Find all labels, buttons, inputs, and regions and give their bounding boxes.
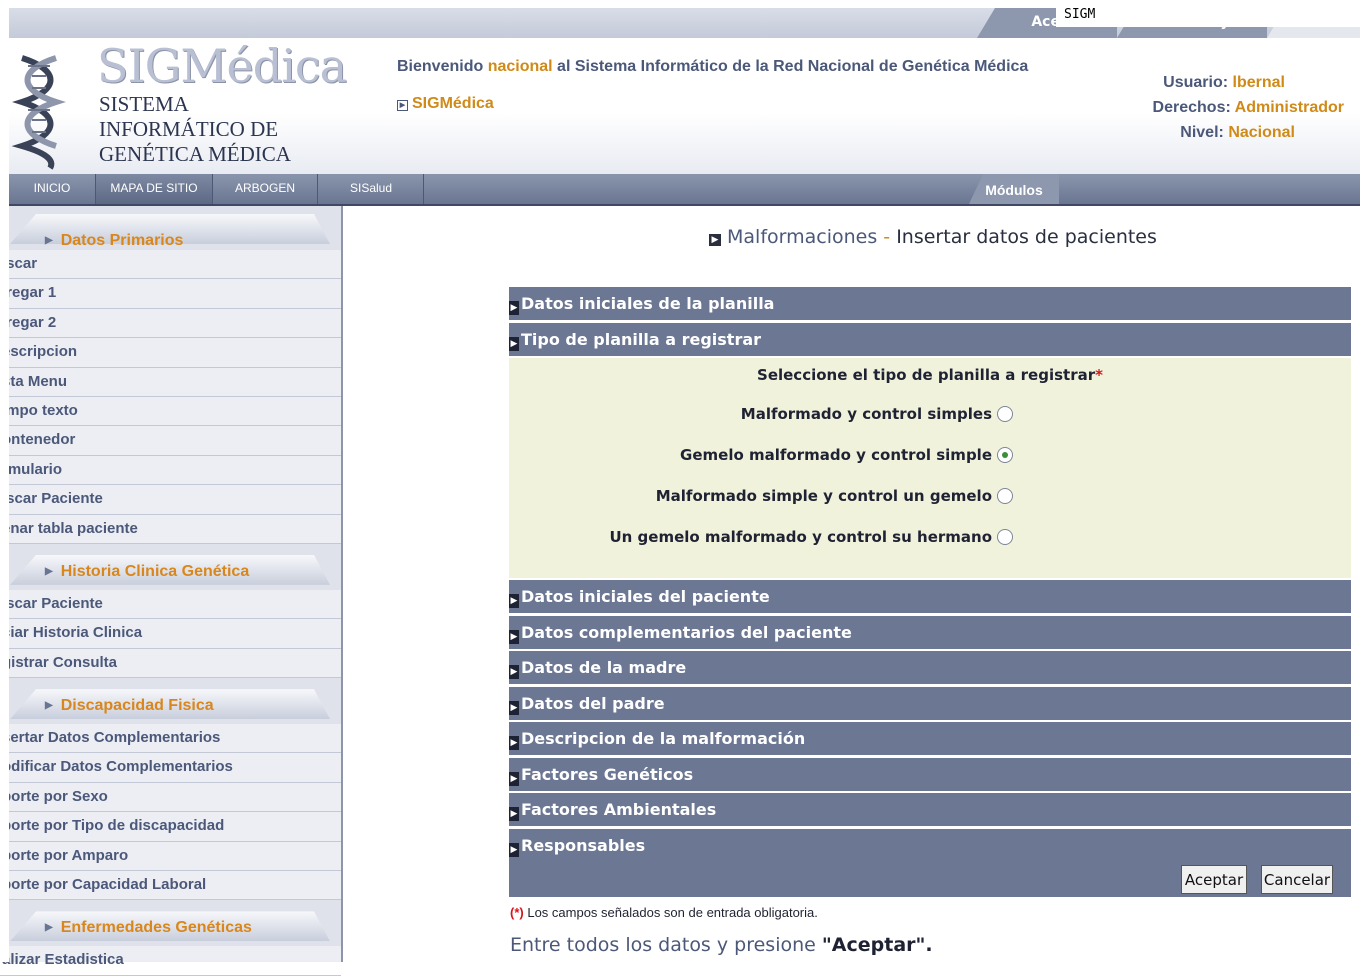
section-bar[interactable]: ▶ Responsables xyxy=(509,828,1351,862)
sigmedica-link[interactable]: ▶ SIGMédica xyxy=(397,95,494,113)
user-info: Usuario: lbernal Derechos: Administrador… xyxy=(1152,74,1344,141)
sidebar-item[interactable]: iscar Paciente xyxy=(0,485,341,515)
accept-button[interactable]: Aceptar xyxy=(1181,865,1247,894)
arrow-box-icon: ▶ xyxy=(709,234,721,246)
instruction-text: Entre todos los datos y presione "Acepta… xyxy=(510,934,933,956)
dna-helix-icon xyxy=(11,55,66,170)
sidebar-item[interactable]: alizar Estadistica xyxy=(0,946,341,976)
nav-sisalud[interactable]: SISalud xyxy=(318,174,424,204)
nav-arbogen[interactable]: ARBOGEN xyxy=(213,174,318,204)
radio-malformado-simple-control-gemelo[interactable] xyxy=(997,488,1013,504)
expand-icon: ▶ xyxy=(509,736,519,750)
sidebar-item[interactable]: porte por Capacidad Laboral xyxy=(0,871,341,901)
expand-icon: ▶ xyxy=(509,771,519,786)
logo-subtitle: SISTEMA INFORMÁTICO DE GENÉTICA MÉDICA xyxy=(99,92,291,166)
required-footnote: (*) Los campos señalados son de entrada … xyxy=(510,905,818,920)
page-title: ▶ Malformaciones - Insertar datos de paci… xyxy=(709,226,1157,248)
radio-gemelo-malformado-control-hermano[interactable] xyxy=(997,529,1013,545)
welcome-user: nacional xyxy=(487,58,553,75)
radio-label: Malformado y control simples xyxy=(740,405,992,423)
arrow-box-icon: ▶ xyxy=(397,100,408,111)
expand-icon: ▶ xyxy=(509,807,519,821)
expand-icon: ▶ xyxy=(509,665,519,679)
sidebar: ▶ Datos Primarios iscar jregar 1 jregar 2… xyxy=(0,206,343,976)
nav-inicio[interactable]: INICIO xyxy=(9,174,96,204)
section-bar[interactable]: ▶ Datos complementarios del paciente xyxy=(509,615,1351,649)
section-bar[interactable]: ▶ Descripcion de la malformación xyxy=(509,722,1351,755)
expand-icon: ▶ xyxy=(509,594,519,608)
expand-icon: ▶ xyxy=(509,336,519,351)
sidebar-item[interactable]: porte por Sexo xyxy=(0,783,341,813)
section-bar[interactable]: ▶ Datos iniciales del paciente xyxy=(509,580,1351,613)
triangle-right-icon: ▶ xyxy=(45,922,53,934)
sidebar-item[interactable]: ontenedor xyxy=(0,426,341,456)
sidebar-item[interactable]: iscar Paciente xyxy=(0,590,341,620)
sidebar-section-discapacidad-fisica[interactable]: ▶ Discapacidad Fisica xyxy=(0,678,341,725)
radio-label: Gemelo malformado y control simple xyxy=(680,446,992,464)
sidebar-section-datos-primarios[interactable]: ▶ Datos Primarios xyxy=(0,206,341,250)
section-bar[interactable]: ▶ Factores Ambientales xyxy=(509,793,1351,826)
expand-icon: ▶ xyxy=(509,842,519,857)
section-bar[interactable]: ▶ Datos de la madre xyxy=(509,651,1351,684)
modulos-select[interactable]: SIGM xyxy=(1056,3,1360,27)
section-bar[interactable]: ▶ Factores Genéticos xyxy=(509,757,1351,791)
radio-label: Un gemelo malformado y control su herman… xyxy=(609,528,992,546)
triangle-right-icon: ▶ xyxy=(45,235,53,246)
form-panel: ▶ Datos iniciales de la planilla ▶ Tipo de… xyxy=(509,287,1351,864)
sidebar-item[interactable]: sta Menu xyxy=(0,368,341,397)
radio-prompt: Seleccione el tipo de planilla a registr… xyxy=(757,366,1103,384)
sidebar-item[interactable]: enar tabla paciente xyxy=(0,515,341,544)
sidebar-item[interactable]: odificar Datos Complementarios xyxy=(0,753,341,783)
expand-icon: ▶ xyxy=(509,700,519,715)
sidebar-section-historia-clinica[interactable]: ▶ Historia Clinica Genética xyxy=(0,543,341,590)
user-rights: Administrador xyxy=(1234,99,1344,116)
planilla-type-group: Seleccione el tipo de planilla a registr… xyxy=(509,358,1351,578)
user-level: Nacional xyxy=(1228,124,1295,141)
sidebar-item[interactable]: ciar Historia Clinica xyxy=(0,619,341,649)
section-bar[interactable]: ▶ Tipo de planilla a registrar xyxy=(509,322,1351,356)
radio-gemelo-malformado-control-simple[interactable] xyxy=(997,447,1013,463)
sidebar-item[interactable]: sertar Datos Complementarios xyxy=(0,724,341,754)
expand-icon: ▶ xyxy=(509,629,519,644)
sidebar-item[interactable]: porte por Amparo xyxy=(0,842,341,872)
section-bar[interactable]: ▶ Datos iniciales de la planilla xyxy=(509,287,1351,320)
cancel-button[interactable]: Cancelar xyxy=(1261,865,1333,894)
sidebar-item[interactable]: rmulario xyxy=(0,456,341,486)
radio-malformado-control-simples[interactable] xyxy=(997,406,1013,422)
main-nav: INICIO MAPA DE SITIO ARBOGEN SISalud Mód… xyxy=(9,174,1360,206)
button-bar: Aceptar Cancelar xyxy=(509,862,1351,897)
section-bar[interactable]: ▶ Datos del padre xyxy=(509,686,1351,720)
sidebar-item[interactable]: impo texto xyxy=(0,397,341,427)
sidebar-section-enfermedades-geneticas[interactable]: ▶ Enfermedades Genéticas xyxy=(0,900,341,947)
sidebar-item[interactable]: gistrar Consulta xyxy=(0,649,341,679)
sidebar-item[interactable]: escripcion xyxy=(0,338,341,368)
sidebar-item[interactable]: jregar 1 xyxy=(0,279,341,309)
sidebar-item[interactable]: porte por Tipo de discapacidad xyxy=(0,812,341,842)
nav-mapa-de-sitio[interactable]: MAPA DE SITIO xyxy=(96,174,213,204)
modulos-label: Módulos xyxy=(969,174,1059,204)
logo-title: SIGMédica xyxy=(97,39,347,93)
module-name: Malformaciones xyxy=(727,226,878,248)
expand-icon: ▶ xyxy=(509,301,519,315)
triangle-right-icon: ▶ xyxy=(45,565,53,577)
sidebar-item[interactable]: jregar 2 xyxy=(0,309,341,339)
welcome-message: Bienvenido nacional al Sistema Informáti… xyxy=(397,58,1029,75)
triangle-right-icon: ▶ xyxy=(45,700,53,712)
radio-label: Malformado simple y control un gemelo xyxy=(655,487,992,505)
user-name: lbernal xyxy=(1232,74,1285,91)
sidebar-item[interactable]: iscar xyxy=(0,250,341,280)
